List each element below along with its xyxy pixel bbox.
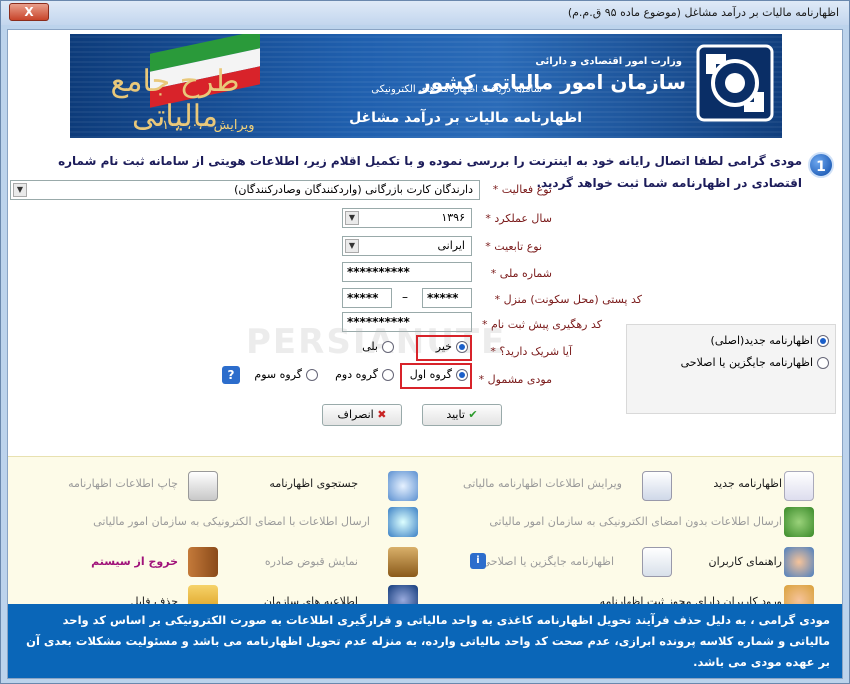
partner-no-label: خیر: [435, 340, 452, 353]
cancel-label: انصراف: [337, 408, 374, 421]
action-menu: اظهارنامه جدید ارسال اطلاعات بدون امضای …: [8, 456, 842, 615]
menu-exit[interactable]: خروج از سیستم: [91, 555, 178, 568]
menu-edit-info[interactable]: ویرایش اطلاعات اظهارنامه مالیاتی: [463, 477, 622, 490]
partner-yes-label: بلی: [362, 340, 378, 353]
cancel-button[interactable]: ✖ انصراف: [322, 404, 402, 426]
taxpayer-group-label: مودی مشمول *: [478, 373, 552, 386]
menu-user-guide[interactable]: راهنمای کاربران: [709, 555, 782, 568]
activity-type-select[interactable]: دارندگان کارت بازرگانی (واردکنندگان وصاد…: [10, 180, 480, 200]
user-guide-icon[interactable]: [784, 547, 814, 577]
national-id-input[interactable]: **********: [342, 262, 472, 282]
fiscal-year-select[interactable]: ۱۳۹۶ ▼: [342, 208, 472, 228]
postal-code-label: کد پستی (محل سکونت) منزل *: [494, 293, 642, 306]
signed-upload-icon[interactable]: [388, 507, 418, 537]
partner-question-label: آیا شریک دارید؟ *: [490, 345, 572, 358]
title-bar[interactable]: اظهارنامه مالیات بر درآمد مشاغل (موضوع م…: [1, 1, 849, 25]
close-button[interactable]: X: [9, 3, 49, 21]
exit-door-icon[interactable]: [188, 547, 218, 577]
group3-radio[interactable]: [306, 369, 318, 381]
chevron-down-icon[interactable]: ▼: [345, 211, 359, 225]
postal-code-part1-input[interactable]: *****: [422, 288, 472, 308]
postal-code-separator: –: [402, 290, 408, 304]
replacement-document-icon[interactable]: [642, 547, 672, 577]
group2-label: گروه دوم: [335, 368, 378, 381]
partner-no-radio[interactable]: [456, 341, 468, 353]
menu-send-unsigned[interactable]: ارسال اطلاعات بدون امضای الکترونیکی به س…: [489, 515, 782, 528]
activity-type-value: دارندگان کارت بازرگانی (واردکنندگان وصاد…: [234, 183, 473, 196]
search-icon[interactable]: [388, 471, 418, 501]
postal-code-part2-input[interactable]: *****: [342, 288, 392, 308]
program-logo-text: طرح جامع مالیاتی: [110, 64, 240, 134]
help-icon[interactable]: ?: [222, 366, 240, 384]
menu-print[interactable]: چاپ اطلاعات اظهارنامه: [68, 477, 178, 490]
main-panel: طرح جامع مالیاتی ویرایش ۱۰،۰،۰،۰ وزارت ا…: [7, 29, 843, 679]
step-number-icon: 1: [808, 152, 834, 178]
return-type-panel: اظهارنامه جدید(اصلی) اظهارنامه جایگزین ی…: [626, 324, 836, 414]
nationality-select[interactable]: ایرانی ▼: [342, 236, 472, 256]
confirm-button[interactable]: ✔ تایید: [422, 404, 502, 426]
window-title: اظهارنامه مالیات بر درآمد مشاغل (موضوع م…: [567, 6, 839, 19]
group3-label: گروه سوم: [254, 368, 302, 381]
activity-type-label: نوع فعالیت *: [492, 183, 552, 196]
header-banner: طرح جامع مالیاتی ویرایش ۱۰،۰،۰،۰ وزارت ا…: [70, 34, 782, 138]
receipts-icon[interactable]: [388, 547, 418, 577]
menu-receipts[interactable]: نمایش قبوض صادره: [265, 555, 358, 568]
ministry-name: وزارت امور اقتصادی و دارائی: [535, 56, 682, 67]
partner-yes-radio[interactable]: [382, 341, 394, 353]
menu-new-return[interactable]: اظهارنامه جدید: [713, 477, 782, 490]
chevron-down-icon[interactable]: ▼: [345, 239, 359, 253]
close-icon: ✖: [377, 408, 387, 421]
group2-radio[interactable]: [382, 369, 394, 381]
menu-send-signed[interactable]: ارسال اطلاعات با امضای الکترونیکی به ساز…: [93, 515, 370, 528]
chevron-down-icon[interactable]: ▼: [13, 183, 27, 197]
nationality-value: ایرانی: [437, 239, 465, 252]
checkmark-icon: ✔: [468, 408, 478, 421]
nationality-label: نوع تابعیت *: [485, 240, 542, 253]
upload-icon[interactable]: [784, 507, 814, 537]
national-id-label: شماره ملی *: [490, 267, 552, 280]
system-name: سامانه دریافت اظهارنامه های الکترونیکی: [371, 84, 542, 95]
fiscal-year-label: سال عملکرد *: [485, 212, 552, 225]
fiscal-year-value: ۱۳۹۶: [441, 211, 465, 224]
group2-option[interactable]: گروه دوم: [324, 365, 394, 387]
edit-document-icon[interactable]: [642, 471, 672, 501]
organization-emblem-icon: [696, 44, 774, 122]
info-icon[interactable]: i: [470, 553, 486, 569]
replacement-return-option[interactable]: اظهارنامه جایگزین یا اصلاحی: [633, 353, 829, 375]
menu-replacement[interactable]: اظهارنامه جایگزین یا اصلاحی: [482, 555, 614, 568]
new-return-option[interactable]: اظهارنامه جدید(اصلی): [633, 331, 829, 353]
footer-notice: مودی گرامی ، به دلیل حذف فرآیند تحویل اظ…: [8, 604, 842, 678]
partner-no-option[interactable]: خیر: [422, 337, 468, 359]
group1-label: گروه اول: [409, 368, 452, 381]
group1-radio[interactable]: [456, 369, 468, 381]
group1-option[interactable]: گروه اول: [406, 365, 468, 387]
form-title: اظهارنامه مالیات بر درآمد مشاغل: [349, 110, 582, 126]
printer-icon[interactable]: [188, 471, 218, 501]
new-return-label: اظهارنامه جدید(اصلی): [710, 334, 813, 347]
version-label: ویرایش ۱۰،۰،۰،۰: [162, 118, 255, 133]
replacement-return-label: اظهارنامه جایگزین یا اصلاحی: [680, 356, 813, 369]
new-return-radio[interactable]: [817, 335, 829, 347]
new-document-icon[interactable]: [784, 471, 814, 501]
confirm-label: تایید: [446, 408, 465, 421]
menu-search[interactable]: جستجوی اظهارنامه: [269, 477, 358, 490]
replacement-return-radio[interactable]: [817, 357, 829, 369]
group3-option[interactable]: گروه سوم: [246, 365, 318, 387]
application-window: اظهارنامه مالیات بر درآمد مشاغل (موضوع م…: [0, 0, 850, 684]
partner-yes-option[interactable]: بلی: [348, 337, 394, 359]
